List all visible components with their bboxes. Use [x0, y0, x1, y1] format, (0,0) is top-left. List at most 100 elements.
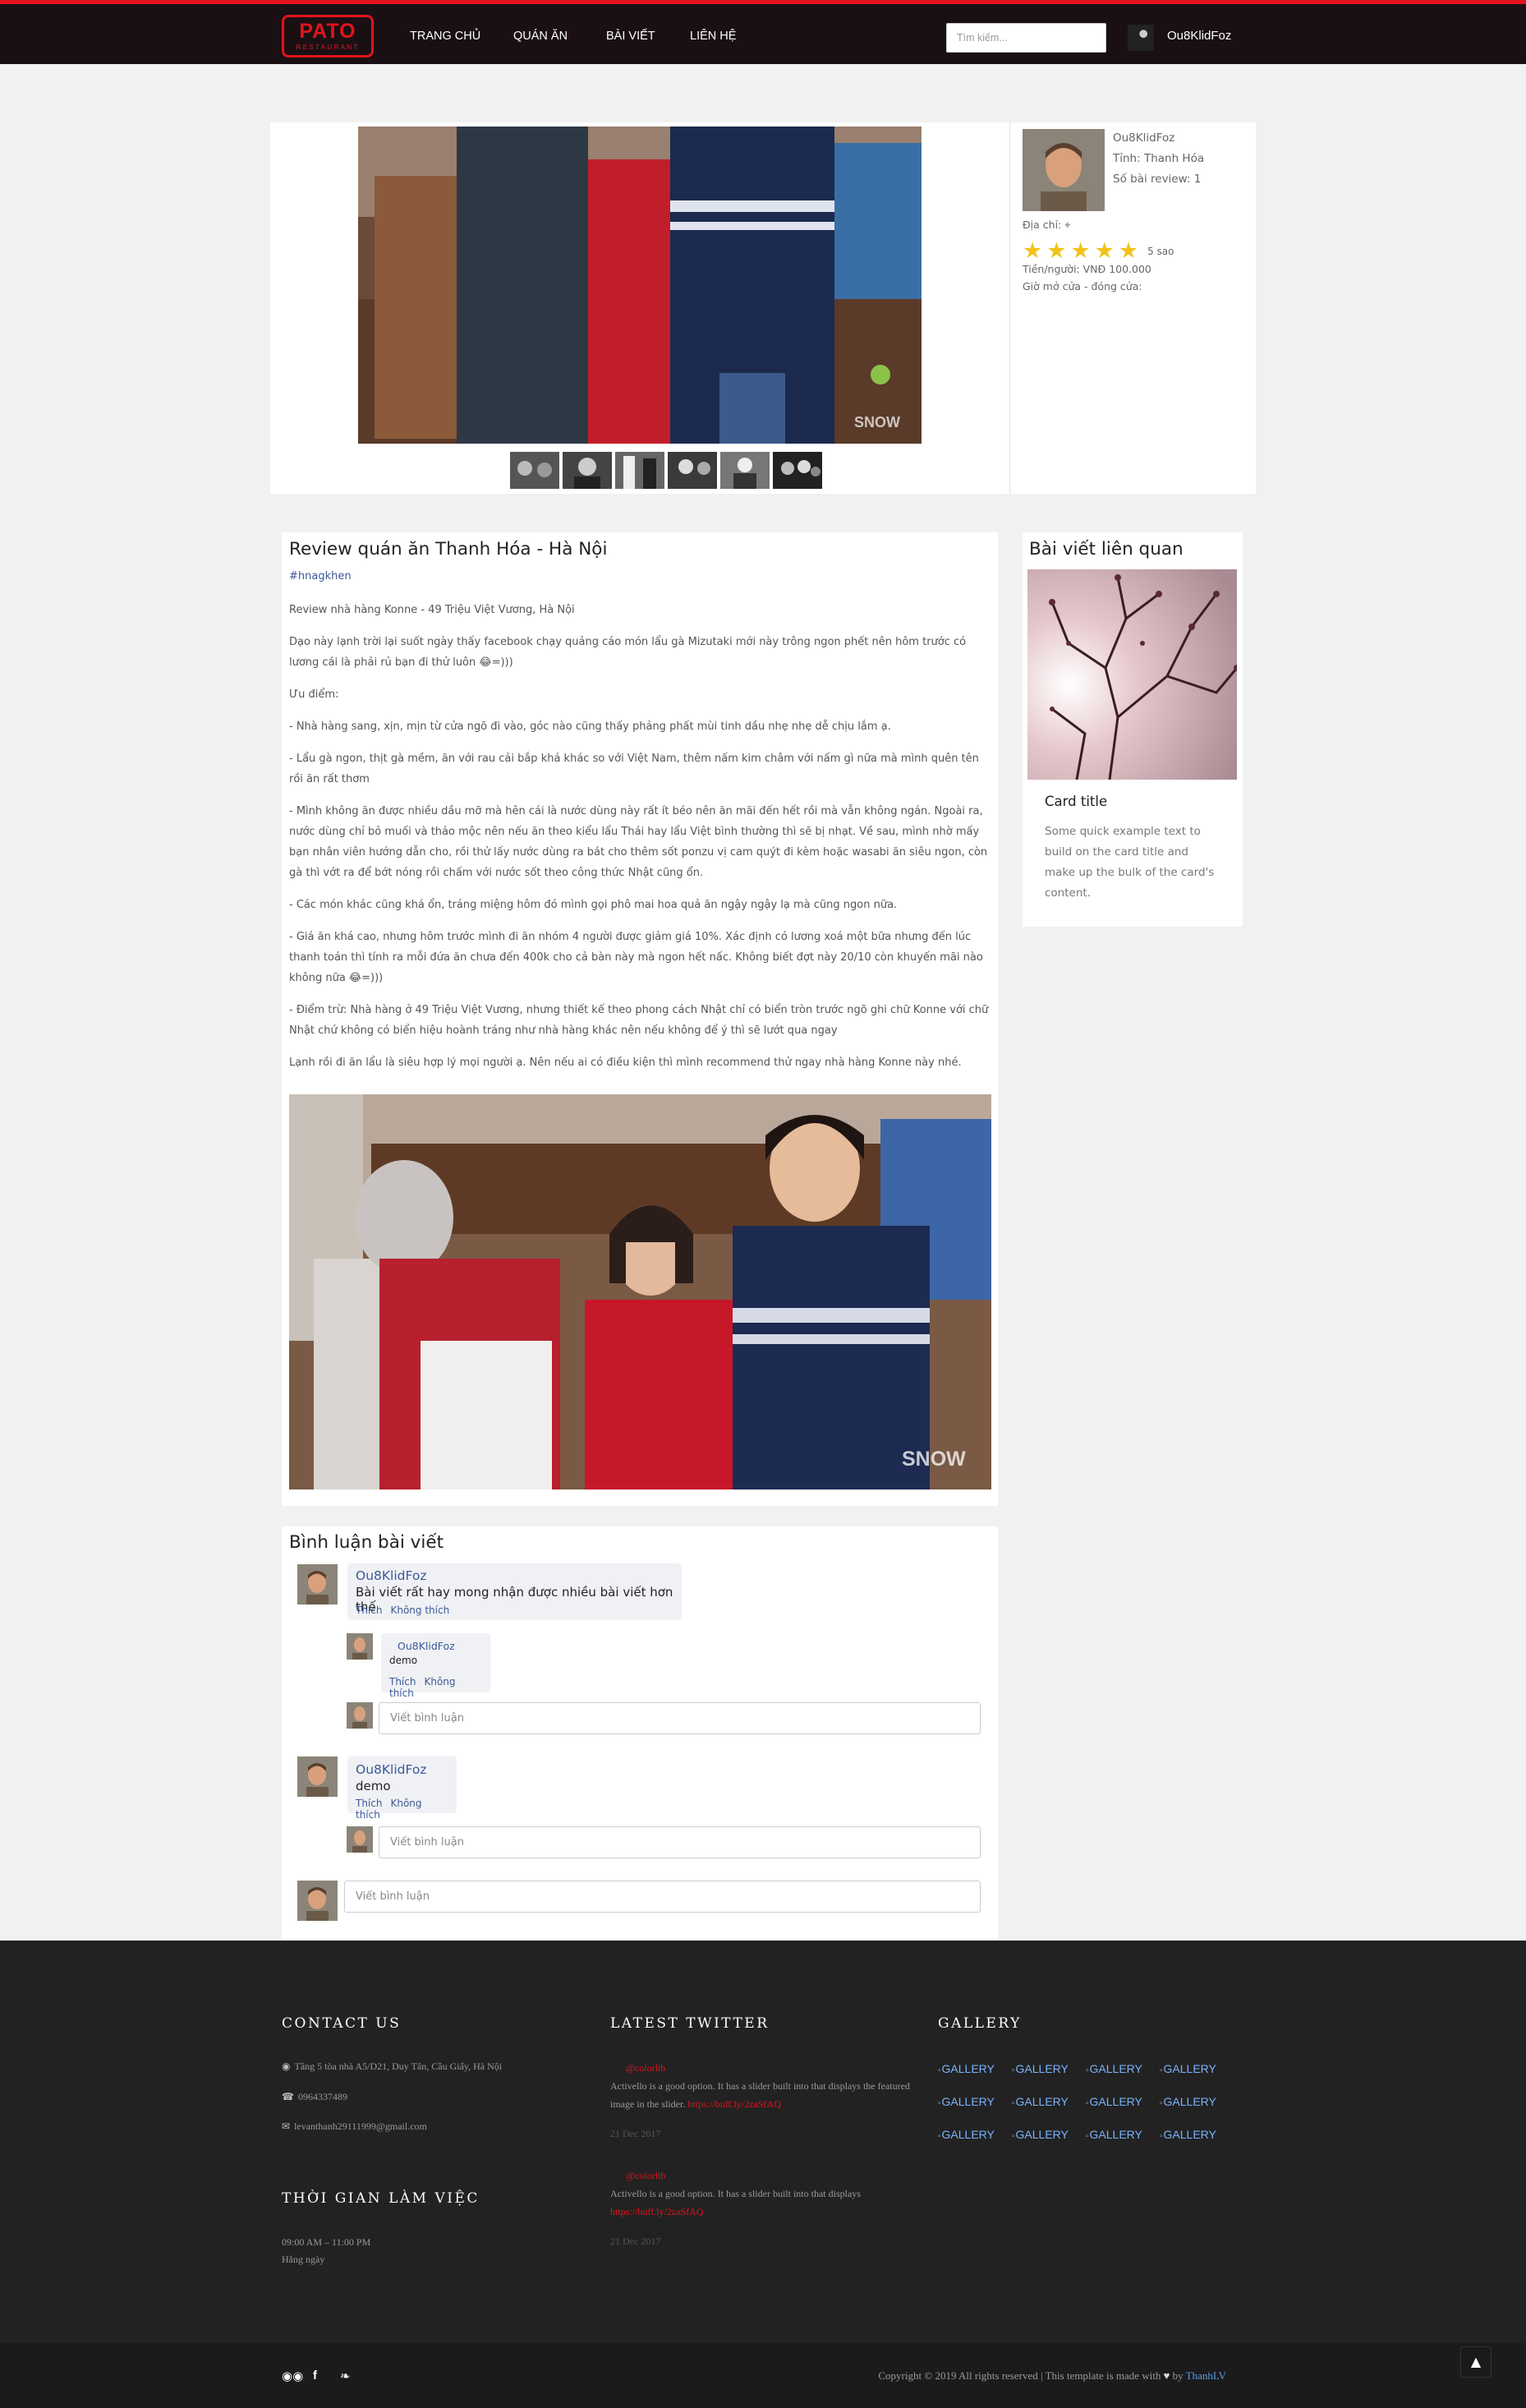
- template-author-link[interactable]: ThanhLV: [1186, 2369, 1226, 2382]
- article-paragraph: Ưu điểm:: [289, 688, 339, 701]
- tweet-handle[interactable]: @colorlib: [610, 2166, 914, 2185]
- article-paragraph: Dạo này lạnh trời lại suốt ngày thấy fac…: [289, 636, 967, 669]
- heart-icon: ♥: [1163, 2369, 1170, 2382]
- related-card-text: Some quick example text to build on the …: [1045, 825, 1215, 900]
- thumbnail[interactable]: [668, 452, 717, 489]
- commenter-avatar[interactable]: [347, 1633, 373, 1660]
- logo-main-text: PATO: [299, 20, 356, 43]
- gallery-image[interactable]: GALLERY: [1160, 2129, 1234, 2143]
- contact-heading: CONTACT US: [282, 2015, 402, 2032]
- map-marker-icon: ⌖: [1064, 219, 1071, 231]
- double-chevron-up-icon[interactable]: ▲: [1460, 2346, 1492, 2378]
- envelope-icon: ✉: [282, 2120, 291, 2132]
- comment-bubble: Ou8KlidFoz demo Thích Không thích: [381, 1633, 490, 1699]
- related-card-image[interactable]: [1027, 569, 1237, 780]
- article-paragraph: Review nhà hàng Konne - 49 Triệu Việt Vư…: [289, 604, 575, 616]
- article-paragraph: - Nhà hàng sang, xịn, mịn từ cửa ngõ đi …: [289, 721, 891, 733]
- tweet: @colorlib Activello is a good option. It…: [610, 2166, 914, 2250]
- gallery-grid: GALLERY GALLERY GALLERY GALLERY GALLERY …: [938, 2063, 1234, 2143]
- phone-icon: ☎: [282, 2091, 294, 2102]
- related-card-title[interactable]: Card title: [1045, 794, 1107, 809]
- main-photo[interactable]: SNOW: [358, 127, 922, 444]
- star-icon: ★: [1094, 238, 1115, 264]
- comment-author[interactable]: Ou8KlidFoz: [356, 1762, 426, 1777]
- gallery-image[interactable]: GALLERY: [938, 2129, 1012, 2143]
- nav-home[interactable]: TRANG CHỦ: [410, 4, 480, 68]
- hours-days: Hằng ngày: [282, 2254, 325, 2265]
- tweet-link[interactable]: https://buff.ly/2zaSfAQ: [610, 2203, 914, 2221]
- article-title: Review quán ăn Thanh Hóa - Hà Nội: [289, 539, 608, 559]
- nav-restaurants[interactable]: QUÁN ĂN: [513, 4, 568, 68]
- facebook-icon[interactable]: f: [313, 2369, 317, 2383]
- star-icon: ★: [1118, 238, 1139, 264]
- gallery-image[interactable]: GALLERY: [1012, 2096, 1086, 2110]
- gallery-image[interactable]: GALLERY: [1160, 2096, 1234, 2110]
- nav-contact[interactable]: LIÊN HỆ: [690, 4, 736, 68]
- related-posts: Bài viết liên quan Card title Some quick…: [1023, 532, 1243, 927]
- author-province: Tỉnh: Thanh Hóa: [1113, 152, 1205, 165]
- gallery-image[interactable]: GALLERY: [1086, 2129, 1160, 2143]
- article-paragraph: - Các món khác cũng khá ổn, tráng miệng …: [289, 899, 898, 911]
- nav-posts[interactable]: BÀI VIẾT: [606, 4, 655, 68]
- thumbnail[interactable]: [773, 452, 822, 489]
- user-name[interactable]: Ou8KlidFoz: [1167, 4, 1231, 68]
- commenter-avatar[interactable]: [297, 1564, 338, 1605]
- gallery-image[interactable]: GALLERY: [1160, 2063, 1234, 2077]
- tweet-link[interactable]: https://buff.ly/2zaSfAQ: [687, 2098, 780, 2110]
- new-comment-input[interactable]: Viết bình luận: [344, 1881, 981, 1913]
- contact-address: ◉ Tầng 5 tòa nhà A5/D21, Duy Tân, Cầu Giấ…: [282, 2057, 502, 2075]
- site-logo[interactable]: PATO RESTAURANT: [282, 15, 374, 58]
- comment-actions: Thích Không thích: [389, 1676, 490, 1699]
- gallery-image[interactable]: GALLERY: [1086, 2063, 1160, 2077]
- star-icon: ★: [1046, 238, 1067, 264]
- star-icon: ★: [1023, 238, 1043, 264]
- article-paragraph: - Điểm trừ: Nhà hàng ở 49 Triệu Việt Vươ…: [289, 1004, 989, 1037]
- comment-author[interactable]: Ou8KlidFoz: [398, 1640, 455, 1652]
- reply-input[interactable]: Viết bình luận: [379, 1826, 981, 1858]
- gallery-image[interactable]: GALLERY: [938, 2063, 1012, 2077]
- like-button[interactable]: Thích: [356, 1605, 382, 1616]
- tweet-date: 21 Dec 2017: [610, 2235, 661, 2247]
- gallery-image[interactable]: GALLERY: [1012, 2129, 1086, 2143]
- thumbnail[interactable]: [615, 452, 664, 489]
- thumbnail[interactable]: [720, 452, 770, 489]
- article-paragraph: - Mình không ăn được nhiều dầu mỡ mà hên…: [289, 805, 988, 879]
- gallery-image[interactable]: GALLERY: [938, 2096, 1012, 2110]
- current-user-avatar: [347, 1826, 373, 1853]
- comment-author[interactable]: Ou8KlidFoz: [356, 1568, 426, 1583]
- column-divider: [1009, 122, 1010, 494]
- author-name[interactable]: Ou8KlidFoz: [1113, 131, 1174, 145]
- contact-phone[interactable]: ☎ 0964337489: [282, 2088, 347, 2106]
- tweet-handle[interactable]: @colorlib: [610, 2059, 914, 2077]
- logo-sub-text: RESTAURANT: [296, 43, 360, 51]
- twitter-icon[interactable]: ❧: [340, 2369, 351, 2383]
- current-user-avatar: [297, 1881, 338, 1921]
- like-button[interactable]: Thích: [356, 1798, 382, 1809]
- like-button[interactable]: Thích: [389, 1676, 416, 1687]
- tweet-date: 21 Dec 2017: [610, 2128, 661, 2139]
- commenter-avatar[interactable]: [297, 1757, 338, 1797]
- search-input[interactable]: Tìm kiếm...: [946, 23, 1106, 53]
- thumbnail[interactable]: [510, 452, 559, 489]
- article-photo[interactable]: SNOW: [289, 1094, 991, 1489]
- tripadvisor-icon[interactable]: ◉◉: [282, 2369, 303, 2383]
- article-hashtag[interactable]: #hnagkhen: [289, 570, 352, 582]
- photo-thumbnails: [510, 452, 822, 489]
- gallery-image[interactable]: GALLERY: [1086, 2096, 1160, 2110]
- related-heading: Bài viết liên quan: [1029, 539, 1184, 559]
- reply-input[interactable]: Viết bình luận: [379, 1702, 981, 1734]
- author-avatar[interactable]: [1023, 129, 1105, 211]
- phone-text: 0964337489: [297, 2091, 347, 2102]
- stars-label: 5 sao: [1147, 245, 1174, 257]
- unlike-button[interactable]: Không thích: [390, 1605, 449, 1616]
- user-avatar[interactable]: [1128, 25, 1154, 51]
- contact-email[interactable]: ✉ levanthanh29111999@gmail.com: [282, 2117, 427, 2135]
- thumbnail[interactable]: [563, 452, 612, 489]
- article-paragraph: - Lẩu gà ngon, thịt gà mềm, ăn với rau c…: [289, 753, 979, 785]
- gallery-image[interactable]: GALLERY: [1012, 2063, 1086, 2077]
- article-paragraph: Lạnh rồi đi ăn lẩu là siêu hợp lý mọi ng…: [289, 1057, 962, 1069]
- post-gallery-card: SNOW Ou8KlidFoz Tỉnh: Thanh Hóa Số bài r…: [270, 122, 1256, 494]
- hours-time: 09:00 AM – 11:00 PM: [282, 2236, 371, 2248]
- twitter-heading: LATEST TWITTER: [610, 2015, 770, 2032]
- tweet-text: Activello is a good option. It has a sli…: [610, 2188, 861, 2199]
